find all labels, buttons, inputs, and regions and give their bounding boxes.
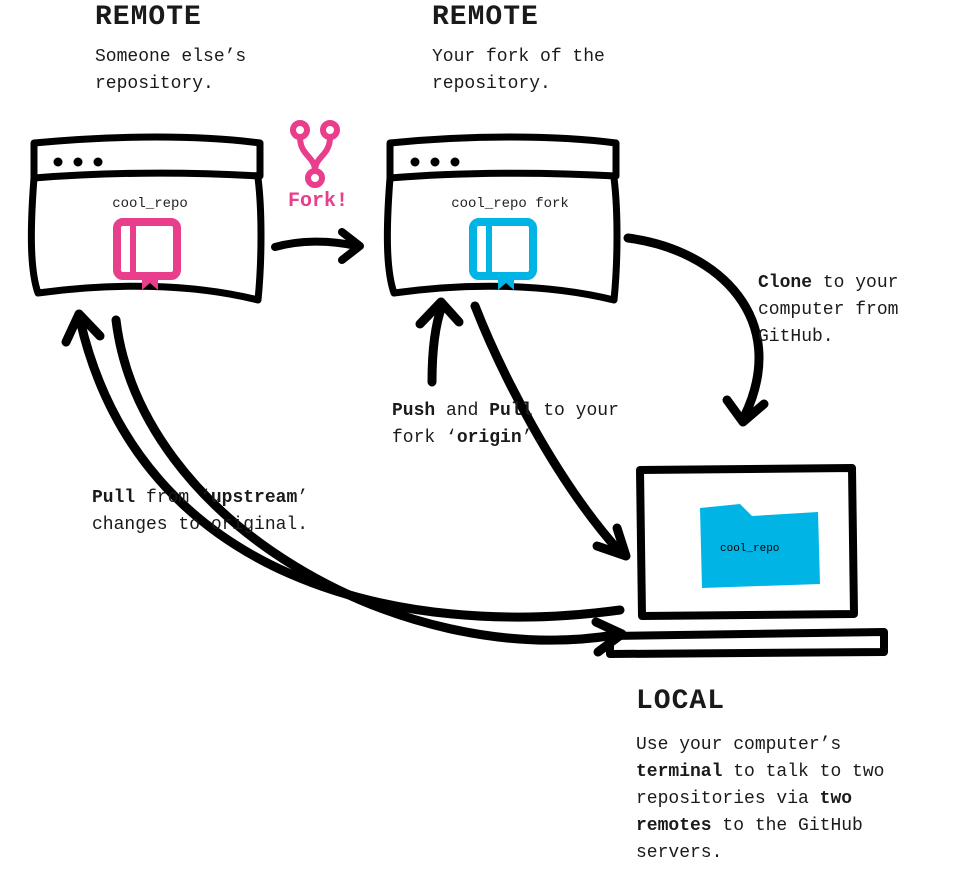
book-icon — [473, 222, 533, 290]
pp-end: ’. — [522, 428, 544, 448]
pu-from: from ‘ — [135, 488, 211, 508]
local-folder-label: cool_repo — [720, 543, 779, 555]
push-bold: Push — [392, 401, 435, 421]
clone-bold: Clone — [758, 273, 812, 293]
arrow-fork — [275, 232, 360, 260]
laptop-icon — [610, 468, 884, 654]
upstream-repo-label: cool_repo — [80, 196, 220, 212]
pull-upstream-text: Pull from ‘upstream’ changes to original… — [92, 485, 372, 539]
origin-bold: origin — [457, 428, 522, 448]
local-title: LOCAL — [636, 686, 725, 717]
local-desc: Use your computer’s terminal to talk to … — [636, 732, 936, 867]
pull-bold: Pull — [489, 401, 532, 421]
upstream-bold: upstream — [211, 488, 297, 508]
pp-and: and — [435, 401, 489, 421]
upstream-remote-desc: Someone else’s repository. — [95, 44, 325, 98]
upstream-remote-title: REMOTE — [95, 2, 202, 33]
arrow-upstream-up — [66, 314, 620, 617]
diagram-root: { "upstream_remote": { "title": "REMOTE"… — [0, 0, 960, 871]
ld-terminal: terminal — [636, 762, 722, 782]
origin-repo-label: cool_repo fork — [435, 196, 585, 212]
upstream-browser-window — [31, 137, 261, 300]
fork-icon — [293, 123, 337, 185]
origin-remote-desc: Your fork of the repository. — [432, 44, 662, 98]
arrow-push — [420, 302, 459, 382]
origin-browser-window — [387, 137, 617, 300]
pushpull-text: Push and Pull to your fork ‘origin’. — [392, 398, 652, 452]
arrow-clone — [628, 238, 764, 422]
fork-label: Fork! — [288, 190, 348, 213]
pull-upstream-bold: Pull — [92, 488, 135, 508]
origin-remote-title: REMOTE — [432, 2, 539, 33]
book-icon — [117, 222, 177, 290]
clone-text: Clone to your computer from GitHub. — [758, 270, 948, 351]
ld-1: Use your computer’s — [636, 735, 841, 755]
